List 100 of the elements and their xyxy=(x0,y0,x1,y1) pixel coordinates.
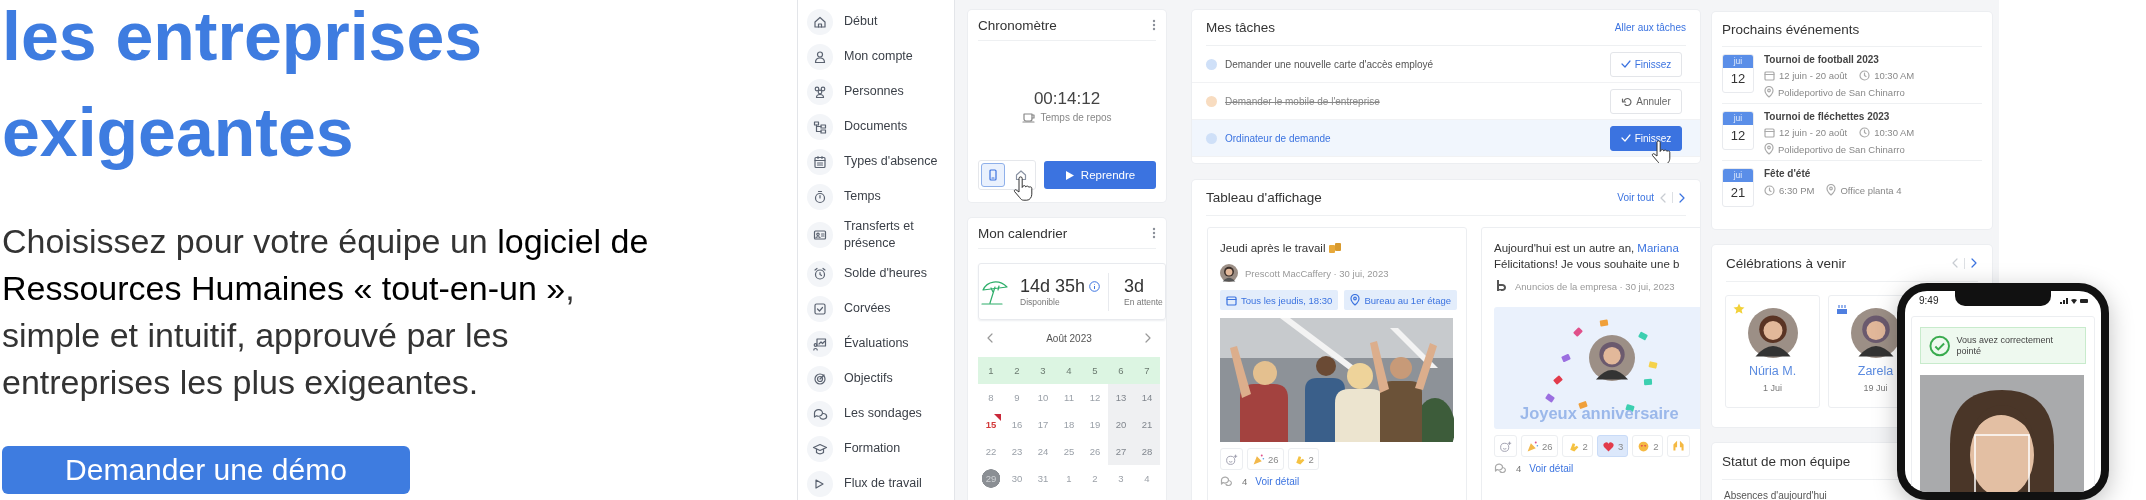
location-pin-icon xyxy=(1764,143,1774,155)
mode-button[interactable] xyxy=(981,163,1005,187)
calendar-day[interactable]: 20 xyxy=(1108,411,1134,438)
calendar-day[interactable]: 6 xyxy=(1108,357,1134,384)
calendar-day[interactable]: 2 xyxy=(1082,465,1108,492)
task-row[interactable]: Demander une nouvelle carte d'accès employé Finissez xyxy=(1192,46,1700,83)
calendar-day[interactable]: 2 xyxy=(1004,357,1030,384)
calendar-day[interactable]: 27 xyxy=(1108,438,1134,465)
reaction-button[interactable]: 3 xyxy=(1596,435,1629,457)
month-label: Août 2023 xyxy=(1046,332,1092,344)
calendar-day[interactable]: 19 xyxy=(1082,411,1108,438)
logo-icon xyxy=(1494,279,1508,293)
calendar-day[interactable]: 10 xyxy=(1030,384,1056,411)
stopwatch-icon xyxy=(807,183,833,210)
calendar-day[interactable]: 11 xyxy=(1056,384,1082,411)
see-all-link[interactable]: Voir tout xyxy=(1617,192,1654,203)
resume-button[interactable]: Reprendre xyxy=(1044,161,1156,189)
presentation-icon xyxy=(807,330,833,357)
star-icon xyxy=(1733,303,1745,315)
sitemap-icon xyxy=(807,113,833,140)
chevron-right-icon[interactable] xyxy=(1678,192,1686,203)
sidebar-item[interactable]: Mon compte xyxy=(798,39,954,74)
badge-month: jui xyxy=(1723,112,1753,125)
calendar-day[interactable]: 3 xyxy=(1108,465,1134,492)
calendar-day[interactable]: 25 xyxy=(1056,438,1082,465)
sidebar-item[interactable]: Objectifs xyxy=(798,361,954,396)
calendar-day[interactable]: 1 xyxy=(1056,465,1082,492)
calendar-day[interactable]: 26 xyxy=(1082,438,1108,465)
beer-mugs-icon xyxy=(1328,242,1343,254)
calendar-day[interactable]: 18 xyxy=(1056,411,1082,438)
chevron-left-icon[interactable] xyxy=(1659,192,1667,203)
calendar-day[interactable]: 15 xyxy=(978,411,1004,438)
mention-link[interactable]: Mariana xyxy=(1637,242,1679,254)
calendar-day[interactable]: 16 xyxy=(1004,411,1030,438)
chevron-right-icon[interactable] xyxy=(1144,333,1152,343)
calendar-day[interactable]: 28 xyxy=(1134,438,1160,465)
chevron-left-icon[interactable] xyxy=(986,333,994,343)
person-name[interactable]: Zarela xyxy=(1857,364,1894,378)
calendar-day[interactable]: 21 xyxy=(1134,411,1160,438)
sidebar-item[interactable]: Formation xyxy=(798,431,954,466)
undo-button[interactable]: Annuler xyxy=(1610,88,1682,114)
calendar-day[interactable]: 30 xyxy=(1004,465,1030,492)
calendar-day[interactable]: 7 xyxy=(1134,357,1160,384)
calendar-day[interactable]: 4 xyxy=(1134,465,1160,492)
details-link[interactable]: Voir détail xyxy=(1529,462,1574,474)
calendar-day[interactable]: 13 xyxy=(1108,384,1134,411)
reaction-button[interactable]: 26 xyxy=(1247,448,1284,470)
calendar-day[interactable]: 14 xyxy=(1134,384,1160,411)
calendar-day[interactable]: 23 xyxy=(1004,438,1030,465)
calendar-day[interactable]: 4 xyxy=(1056,357,1082,384)
sidebar-item[interactable]: Transferts et présence xyxy=(798,214,954,256)
reaction-button[interactable] xyxy=(1220,448,1243,470)
sidebar-item[interactable]: Documents xyxy=(798,109,954,144)
coffee-cup-icon xyxy=(1022,112,1037,123)
sidebar-item[interactable]: Évaluations xyxy=(798,326,954,361)
chevron-left-icon[interactable] xyxy=(1951,258,1959,268)
finish-button[interactable]: Finissez xyxy=(1610,51,1682,77)
sidebar-item[interactable]: Personnes xyxy=(798,74,954,109)
calendar-day[interactable]: 1 xyxy=(978,357,1004,384)
tasks-link[interactable]: Aller aux tâches xyxy=(1614,22,1686,33)
reaction-button[interactable]: 2 xyxy=(1561,435,1593,457)
calendar-day[interactable]: 5 xyxy=(1082,357,1108,384)
raised-hands-icon xyxy=(1672,439,1686,453)
details-link[interactable]: Voir détail xyxy=(1255,475,1300,487)
more-options-icon[interactable] xyxy=(1152,227,1156,239)
calendar-day[interactable]: 12 xyxy=(1082,384,1108,411)
reaction-button[interactable] xyxy=(1667,435,1691,457)
alarm-clock-icon xyxy=(807,260,833,287)
sidebar-item[interactable]: Temps xyxy=(798,179,954,214)
sidebar-item[interactable]: Les sondages xyxy=(798,396,954,431)
calendar-day[interactable]: 24 xyxy=(1030,438,1056,465)
info-icon[interactable] xyxy=(1089,281,1101,292)
more-options-icon[interactable] xyxy=(1152,19,1156,31)
reaction-button[interactable] xyxy=(1494,435,1517,457)
finish-button[interactable]: Finissez xyxy=(1610,125,1682,151)
sidebar-item[interactable]: Corvées xyxy=(798,291,954,326)
sidebar-item[interactable]: Solde d'heures xyxy=(798,256,954,291)
calendar-day[interactable]: 3 xyxy=(1030,357,1056,384)
event-place: Polideportivo de San Chinarro xyxy=(1778,86,1905,98)
reaction-button[interactable]: 2 xyxy=(1632,435,1664,457)
checkbox-icon xyxy=(807,295,833,322)
sidebar-item[interactable]: Flux de travail xyxy=(798,466,954,500)
person-name[interactable]: Núria M. xyxy=(1748,364,1797,378)
calendar-day[interactable]: 9 xyxy=(1004,384,1030,411)
event-title: Tournoi de football 2023 xyxy=(1764,54,1880,65)
calendar-day[interactable]: 31 xyxy=(1030,465,1056,492)
demo-button[interactable]: Demander une démo xyxy=(2,446,410,494)
calendar-day[interactable]: 22 xyxy=(978,438,1004,465)
calendar-day[interactable]: 8 xyxy=(978,384,1004,411)
sidebar-item[interactable]: Types d'absence xyxy=(798,144,954,179)
reaction-button[interactable]: 2 xyxy=(1287,448,1319,470)
add-reaction-icon xyxy=(1225,452,1238,466)
chevron-right-icon[interactable] xyxy=(1970,258,1978,268)
chat-bubbles-icon xyxy=(807,400,833,427)
sidebar-item[interactable]: Début xyxy=(798,4,954,39)
calendar-day[interactable]: 17 xyxy=(1030,411,1056,438)
check-icon xyxy=(1620,60,1631,68)
mobile-icon xyxy=(986,168,1000,182)
balance-value: 14d 35h xyxy=(1020,276,1086,297)
reaction-button[interactable]: 26 xyxy=(1521,435,1558,457)
